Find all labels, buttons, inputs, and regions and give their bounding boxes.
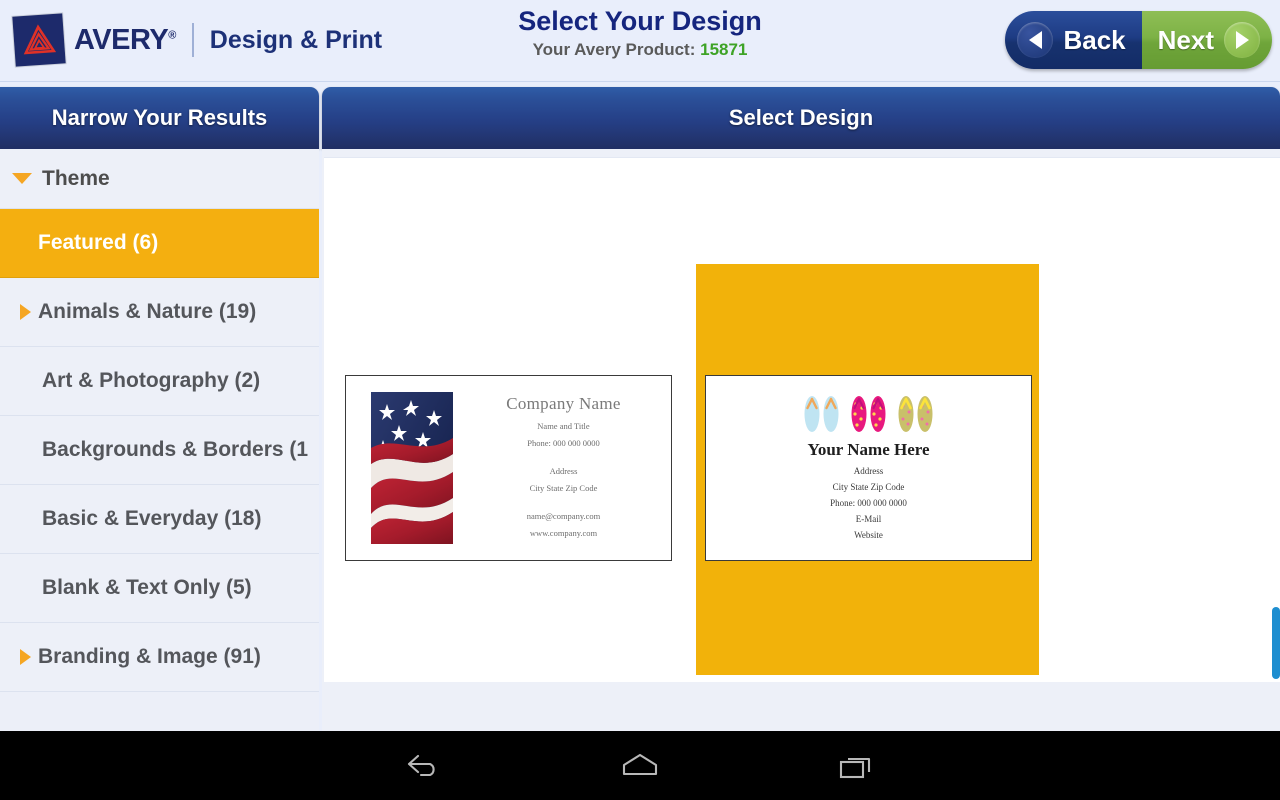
app-tagline: Design & Print (209, 25, 383, 54)
design-card-american-flag[interactable]: Company Name Name and Title Phone: 000 0… (345, 375, 672, 561)
back-button[interactable]: Back (1005, 11, 1142, 69)
design-gallery[interactable]: Company Name Name and Title Phone: 000 0… (324, 157, 1280, 682)
sidebar-item-label: Art & Photography (2) (42, 369, 261, 392)
card-line: Address (549, 466, 578, 476)
sidebar-item-label: Animals & Nature (19) (38, 300, 257, 323)
american-flag-photo-icon (371, 392, 453, 544)
sidebar-item-animals-nature[interactable]: Animals & Nature (19) (0, 278, 319, 347)
design-card-preview: Company Name Name and Title Phone: 000 0… (346, 376, 671, 560)
sidebar-item-label: Backgrounds & Borders (1 (42, 438, 309, 461)
design-card-text-block: Company Name Name and Title Phone: 000 0… (466, 384, 661, 538)
app-header: AVERY® Design & Print Select Your Design… (0, 0, 1280, 82)
left-arrow-icon (1017, 22, 1054, 58)
next-button[interactable]: Next (1141, 11, 1272, 69)
filter-sidebar: Narrow Your Results Theme Featured (6) A… (0, 87, 319, 731)
sidebar-item-label: Blank & Text Only (5) (42, 576, 252, 599)
card-line: City State Zip Code (832, 482, 905, 492)
design-card-text-block: Your Name Here Address City State Zip Co… (706, 440, 1031, 540)
sidebar-item-art-photography[interactable]: Art & Photography (2) (0, 347, 319, 416)
app-root: AVERY® Design & Print Select Your Design… (0, 0, 1280, 800)
design-card-preview: Your Name Here Address City State Zip Co… (706, 376, 1031, 560)
wizard-nav-buttons: Back Next (1005, 11, 1272, 69)
flip-flops-illustration-icon (706, 390, 1031, 436)
sidebar-item-blank-text-only[interactable]: Blank & Text Only (5) (0, 554, 319, 623)
card-line: www.company.com (529, 528, 598, 538)
next-button-label: Next (1157, 24, 1214, 55)
android-recent-apps-icon[interactable] (802, 731, 912, 800)
design-panel-header: Select Design (322, 87, 1280, 149)
design-panel-title: Select Design (728, 105, 874, 130)
caret-right-icon (0, 304, 38, 320)
sidebar-item-backgrounds-borders[interactable]: Backgrounds & Borders (1 (0, 416, 319, 485)
avery-triangle-logo-icon (12, 13, 66, 67)
design-panel: Select Design Company Name Name and Titl… (322, 87, 1280, 731)
card-line: Phone: 000 000 0000 (830, 498, 907, 508)
sidebar-filter-list[interactable]: Theme Featured (6) Animals & Nature (19)… (0, 149, 319, 731)
card-line: Phone: 000 000 0000 (527, 438, 600, 448)
caret-right-icon (0, 649, 38, 665)
product-label: Your Avery Product: (532, 40, 696, 60)
brand-divider (191, 23, 194, 57)
brand-trademark: ® (168, 28, 176, 41)
brand-name: AVERY (74, 23, 169, 56)
design-panel-body: Company Name Name and Title Phone: 000 0… (322, 149, 1280, 731)
brand-lockup: AVERY® Design & Print (12, 10, 383, 70)
filter-group-theme[interactable]: Theme (0, 149, 319, 209)
sidebar-item-label: Basic & Everyday (18) (42, 507, 262, 530)
sidebar-item-label: Branding & Image (91) (38, 645, 261, 668)
product-number: 15871 (700, 40, 748, 60)
filter-group-label: Theme (42, 166, 110, 190)
back-button-label: Back (1063, 24, 1126, 55)
card-line: E-Mail (855, 514, 882, 524)
caret-down-icon (12, 173, 32, 184)
vertical-scrollbar-thumb[interactable] (1272, 607, 1280, 679)
card-line: Your Name Here (807, 440, 930, 459)
android-home-icon[interactable] (585, 731, 695, 800)
right-arrow-icon (1224, 22, 1260, 58)
sidebar-item-featured[interactable]: Featured (6) (0, 209, 319, 278)
sidebar-header: Narrow Your Results (0, 87, 319, 149)
card-line: Website (854, 530, 883, 540)
android-navigation-bar (0, 731, 1280, 800)
card-line: Address (853, 466, 884, 476)
brand-wordmark: AVERY® (74, 23, 176, 56)
design-card-flip-flops[interactable]: Your Name Here Address City State Zip Co… (705, 375, 1032, 561)
card-line: Name and Title (537, 421, 590, 431)
sidebar-item-branding-image[interactable]: Branding & Image (91) (0, 623, 319, 692)
sidebar-item-label: Featured (6) (38, 231, 159, 254)
sidebar-item-basic-everyday[interactable]: Basic & Everyday (18) (0, 485, 319, 554)
card-line: Company Name (506, 394, 621, 413)
sidebar-title: Narrow Your Results (51, 105, 268, 130)
card-line: City State Zip Code (529, 483, 598, 493)
card-line: name@company.com (526, 511, 601, 521)
android-back-icon[interactable] (368, 731, 478, 800)
